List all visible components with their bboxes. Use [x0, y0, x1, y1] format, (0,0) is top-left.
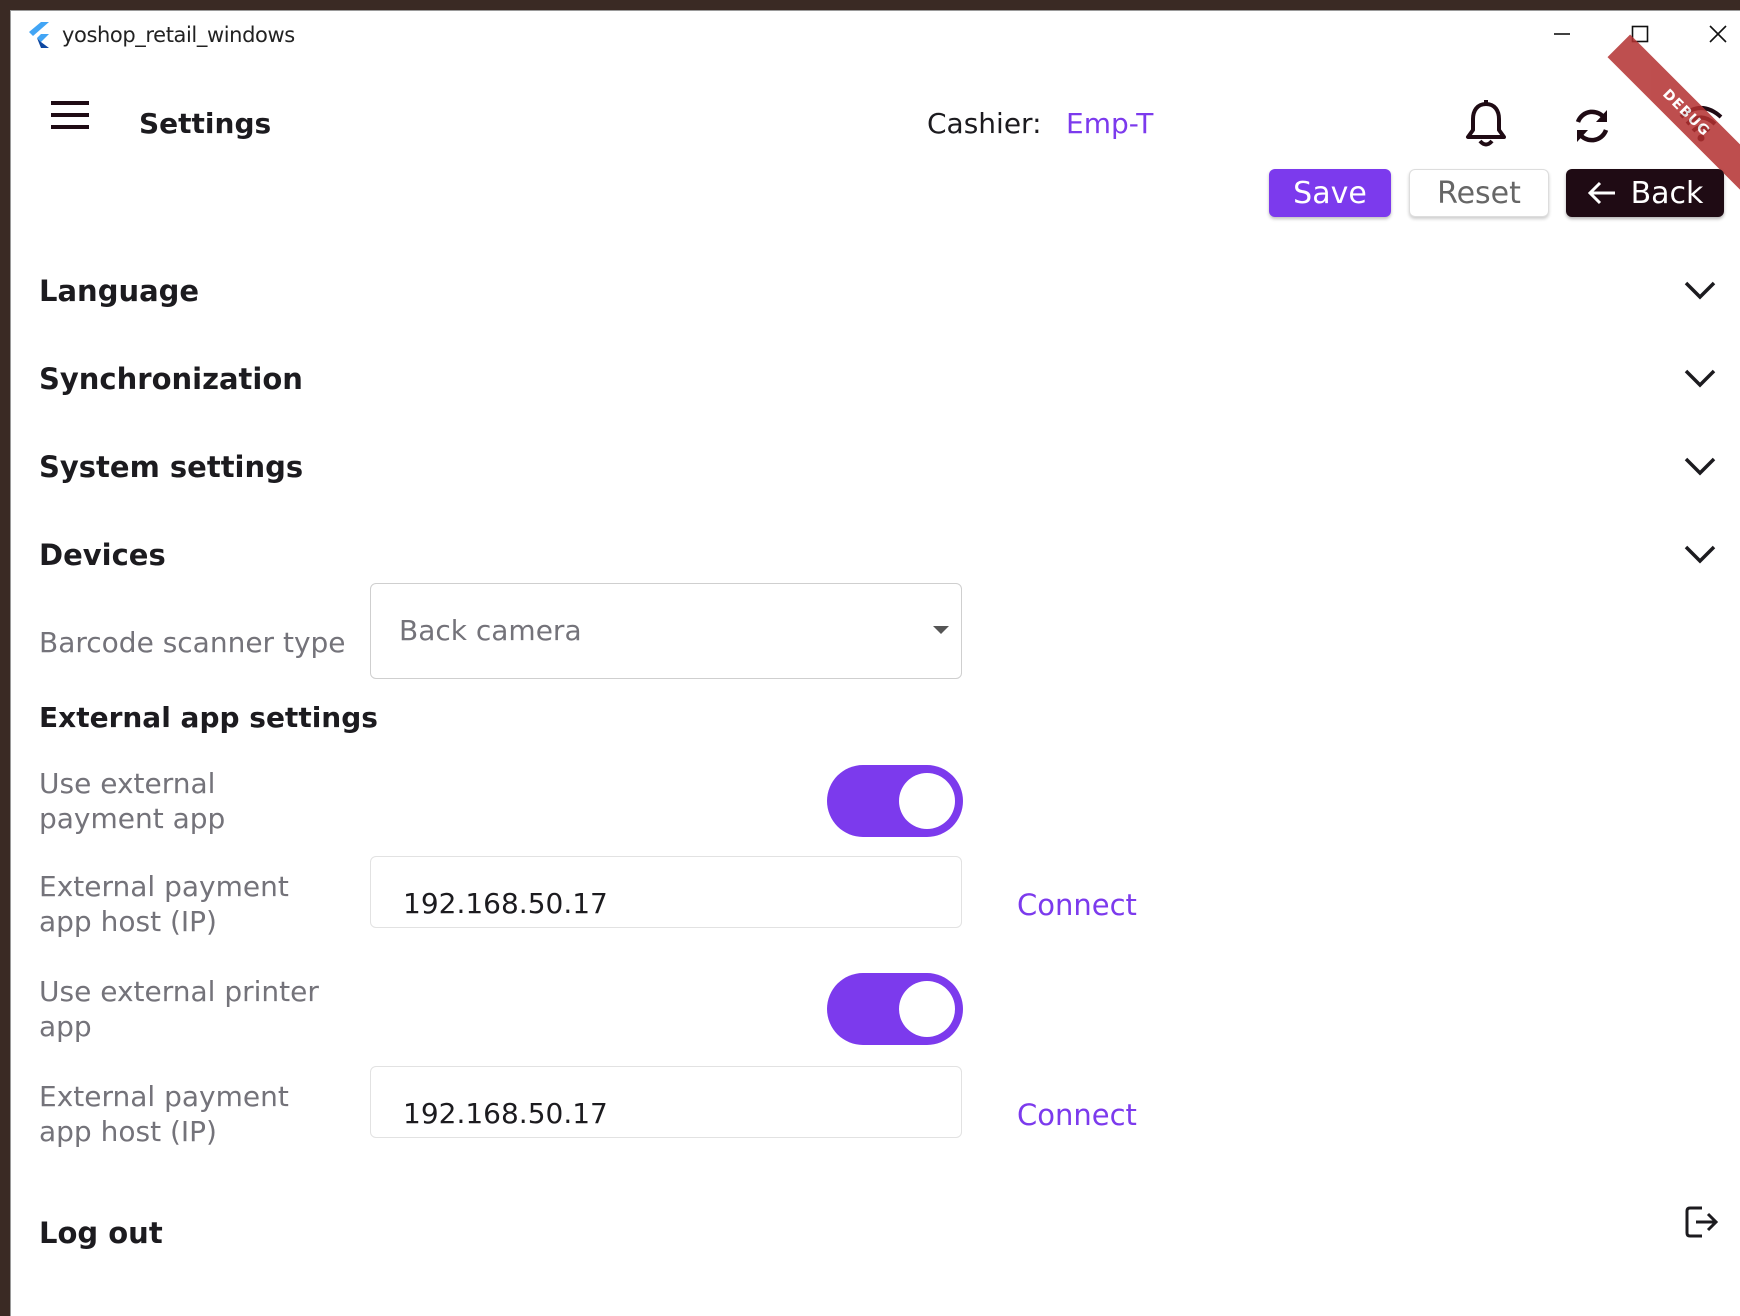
app-window: yoshop_retail_windows Settings Cashier: … — [10, 10, 1740, 1316]
chevron-down-icon[interactable] — [1683, 455, 1717, 477]
payment-host-value: 192.168.50.17 — [403, 887, 608, 920]
bell-icon[interactable] — [1463, 99, 1509, 149]
section-devices[interactable]: Devices — [39, 538, 166, 572]
back-button[interactable]: Back — [1566, 169, 1724, 217]
barcode-scanner-value: Back camera — [399, 614, 582, 647]
payment-host-label: External payment app host (IP) — [39, 870, 289, 938]
flutter-logo-icon — [29, 22, 49, 48]
printer-host-label: External payment app host (IP) — [39, 1080, 289, 1148]
use-external-printer-label: Use external printer app — [39, 975, 319, 1043]
minimize-button[interactable] — [1523, 11, 1601, 57]
logout-item[interactable]: Log out — [39, 1216, 163, 1250]
chevron-down-icon[interactable] — [1683, 543, 1717, 565]
save-button[interactable]: Save — [1269, 169, 1391, 217]
dropdown-arrow-icon — [933, 626, 949, 634]
chevron-down-icon[interactable] — [1683, 279, 1717, 301]
minimize-icon — [1554, 33, 1570, 35]
section-language[interactable]: Language — [39, 274, 199, 308]
external-app-settings-heading: External app settings — [39, 701, 378, 734]
back-button-label: Back — [1630, 175, 1704, 211]
close-button[interactable] — [1679, 11, 1740, 57]
toggle-knob — [899, 981, 955, 1037]
use-external-payment-toggle[interactable] — [827, 765, 963, 837]
arrow-left-icon — [1587, 181, 1615, 205]
cashier-value: Emp-T — [1066, 107, 1154, 140]
title-bar: yoshop_retail_windows — [11, 11, 1740, 57]
barcode-scanner-select[interactable]: Back camera — [370, 583, 962, 679]
connect-payment-link[interactable]: Connect — [1017, 888, 1137, 922]
barcode-scanner-label: Barcode scanner type — [39, 626, 346, 659]
use-external-payment-label: Use external payment app — [39, 767, 226, 835]
connect-printer-link[interactable]: Connect — [1017, 1098, 1137, 1132]
payment-host-input[interactable]: 192.168.50.17 — [370, 856, 962, 928]
menu-icon[interactable] — [49, 97, 91, 133]
cashier-label: Cashier: — [927, 107, 1042, 140]
section-synchronization[interactable]: Synchronization — [39, 362, 303, 396]
window-title: yoshop_retail_windows — [62, 23, 295, 47]
close-icon — [1709, 25, 1727, 43]
logout-icon[interactable] — [1684, 1204, 1720, 1240]
printer-host-input[interactable]: 192.168.50.17 — [370, 1066, 962, 1138]
sync-icon[interactable] — [1571, 105, 1613, 147]
printer-host-value: 192.168.50.17 — [403, 1097, 608, 1130]
toggle-knob — [899, 773, 955, 829]
section-system-settings[interactable]: System settings — [39, 450, 303, 484]
use-external-printer-toggle[interactable] — [827, 973, 963, 1045]
page-title: Settings — [139, 107, 272, 140]
chevron-down-icon[interactable] — [1683, 367, 1717, 389]
reset-button[interactable]: Reset — [1409, 169, 1549, 217]
